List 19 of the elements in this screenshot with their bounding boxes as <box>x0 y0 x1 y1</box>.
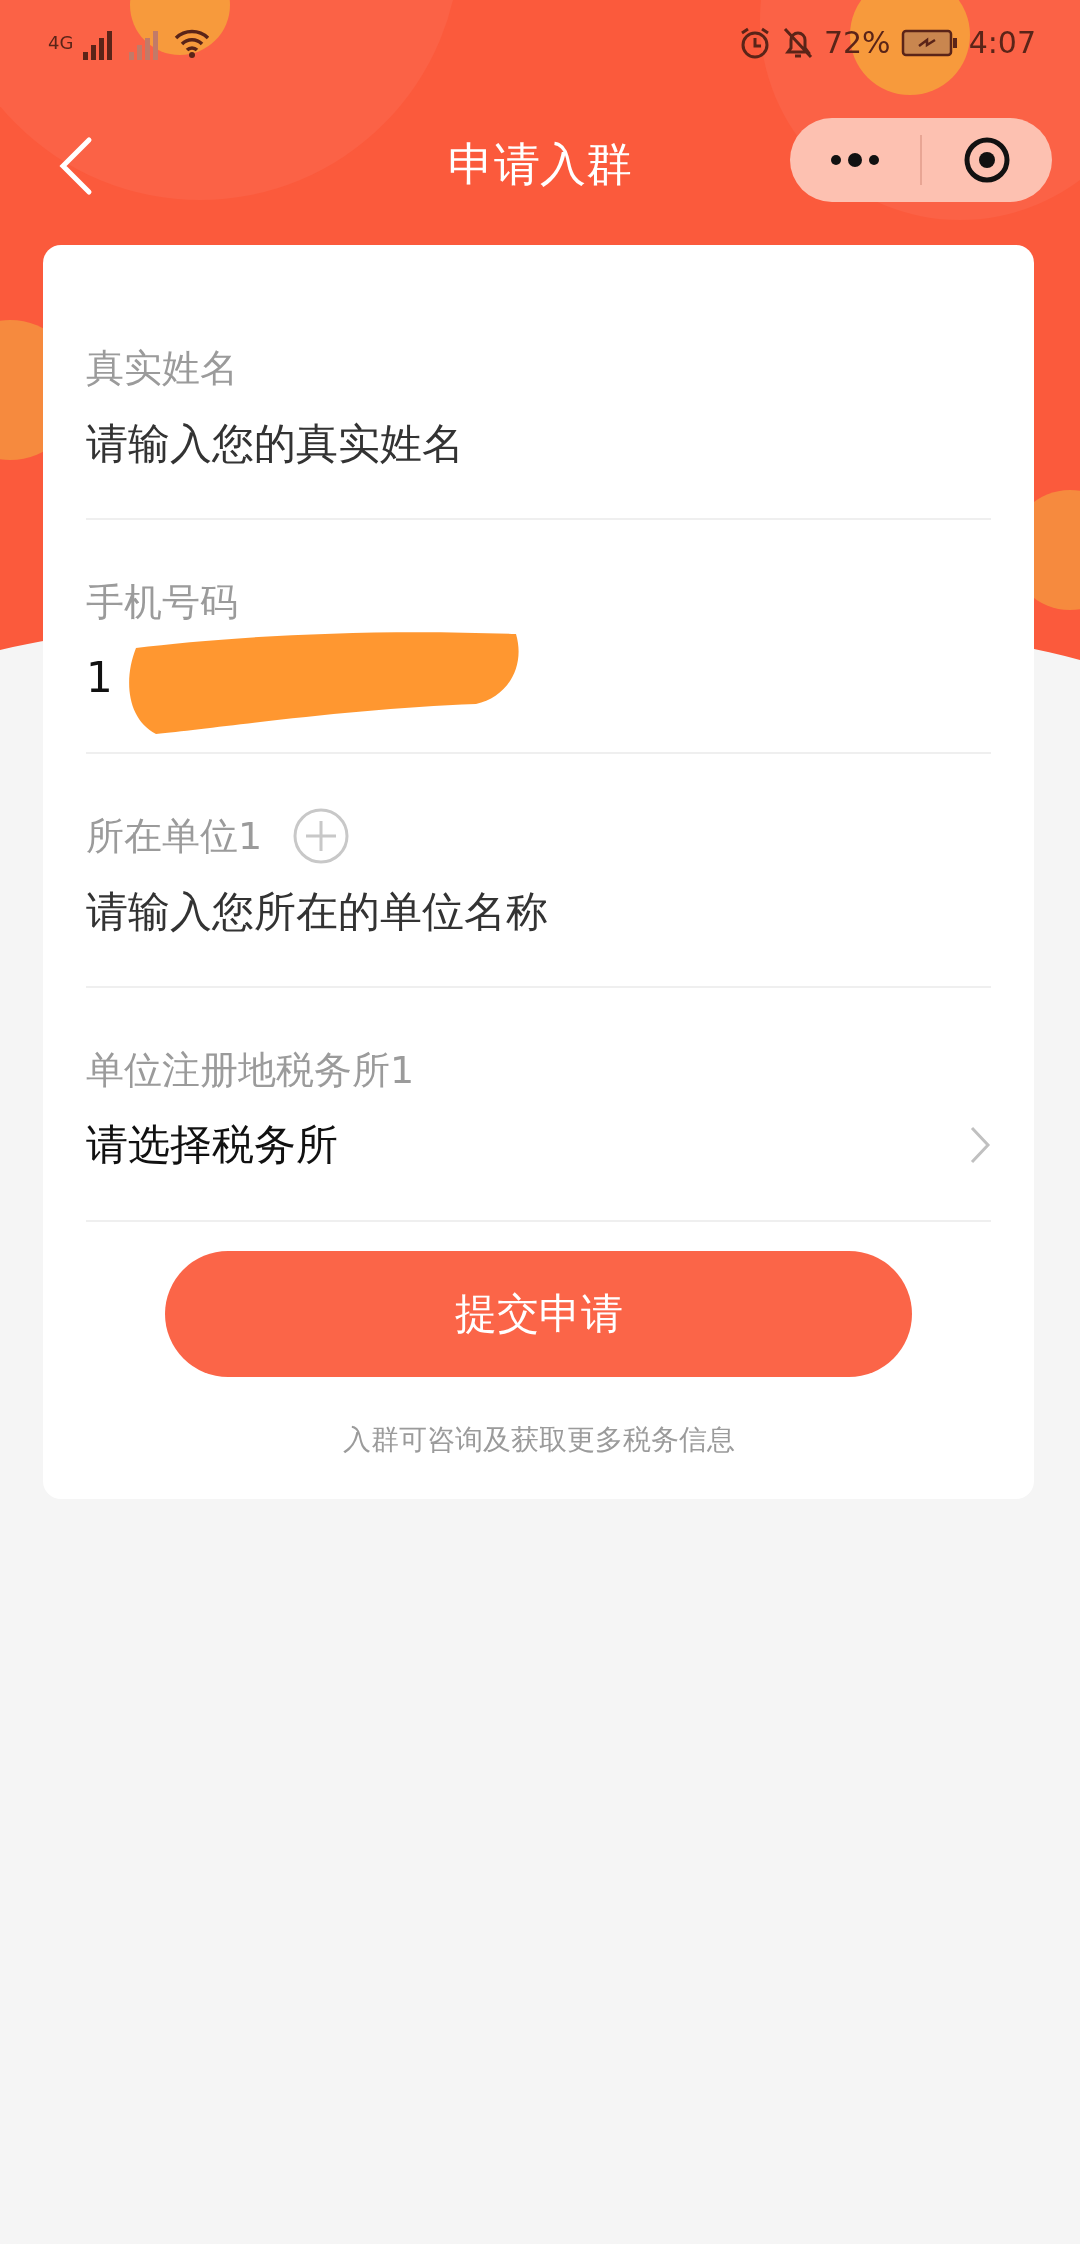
network-label: 4G <box>48 32 74 53</box>
wifi-icon <box>173 27 212 58</box>
input-field[interactable]: 请输入您所在的单位名称 <box>86 886 991 936</box>
chevron-right-icon <box>969 1125 991 1165</box>
bell-off-icon <box>781 25 814 60</box>
field-label: 真实姓名 <box>86 344 238 392</box>
more-icon <box>830 153 880 167</box>
input-field[interactable]: 1 <box>86 652 991 702</box>
page-title: 申请入群 <box>448 136 632 193</box>
clock-time: 4:07 <box>968 25 1036 60</box>
battery-icon <box>900 27 959 58</box>
battery-percent: 72% <box>823 25 891 60</box>
target-icon <box>962 135 1012 185</box>
footer-note: 入群可咨询及获取更多税务信息 <box>342 1422 735 1458</box>
field-label: 所在单位1 <box>86 812 263 860</box>
input-field[interactable]: 请输入您的真实姓名 <box>86 418 991 468</box>
select-field[interactable]: 请选择税务所 <box>86 1117 991 1173</box>
field-label: 手机号码 <box>86 578 238 626</box>
field-label: 单位注册地税务所1 <box>86 1046 415 1094</box>
